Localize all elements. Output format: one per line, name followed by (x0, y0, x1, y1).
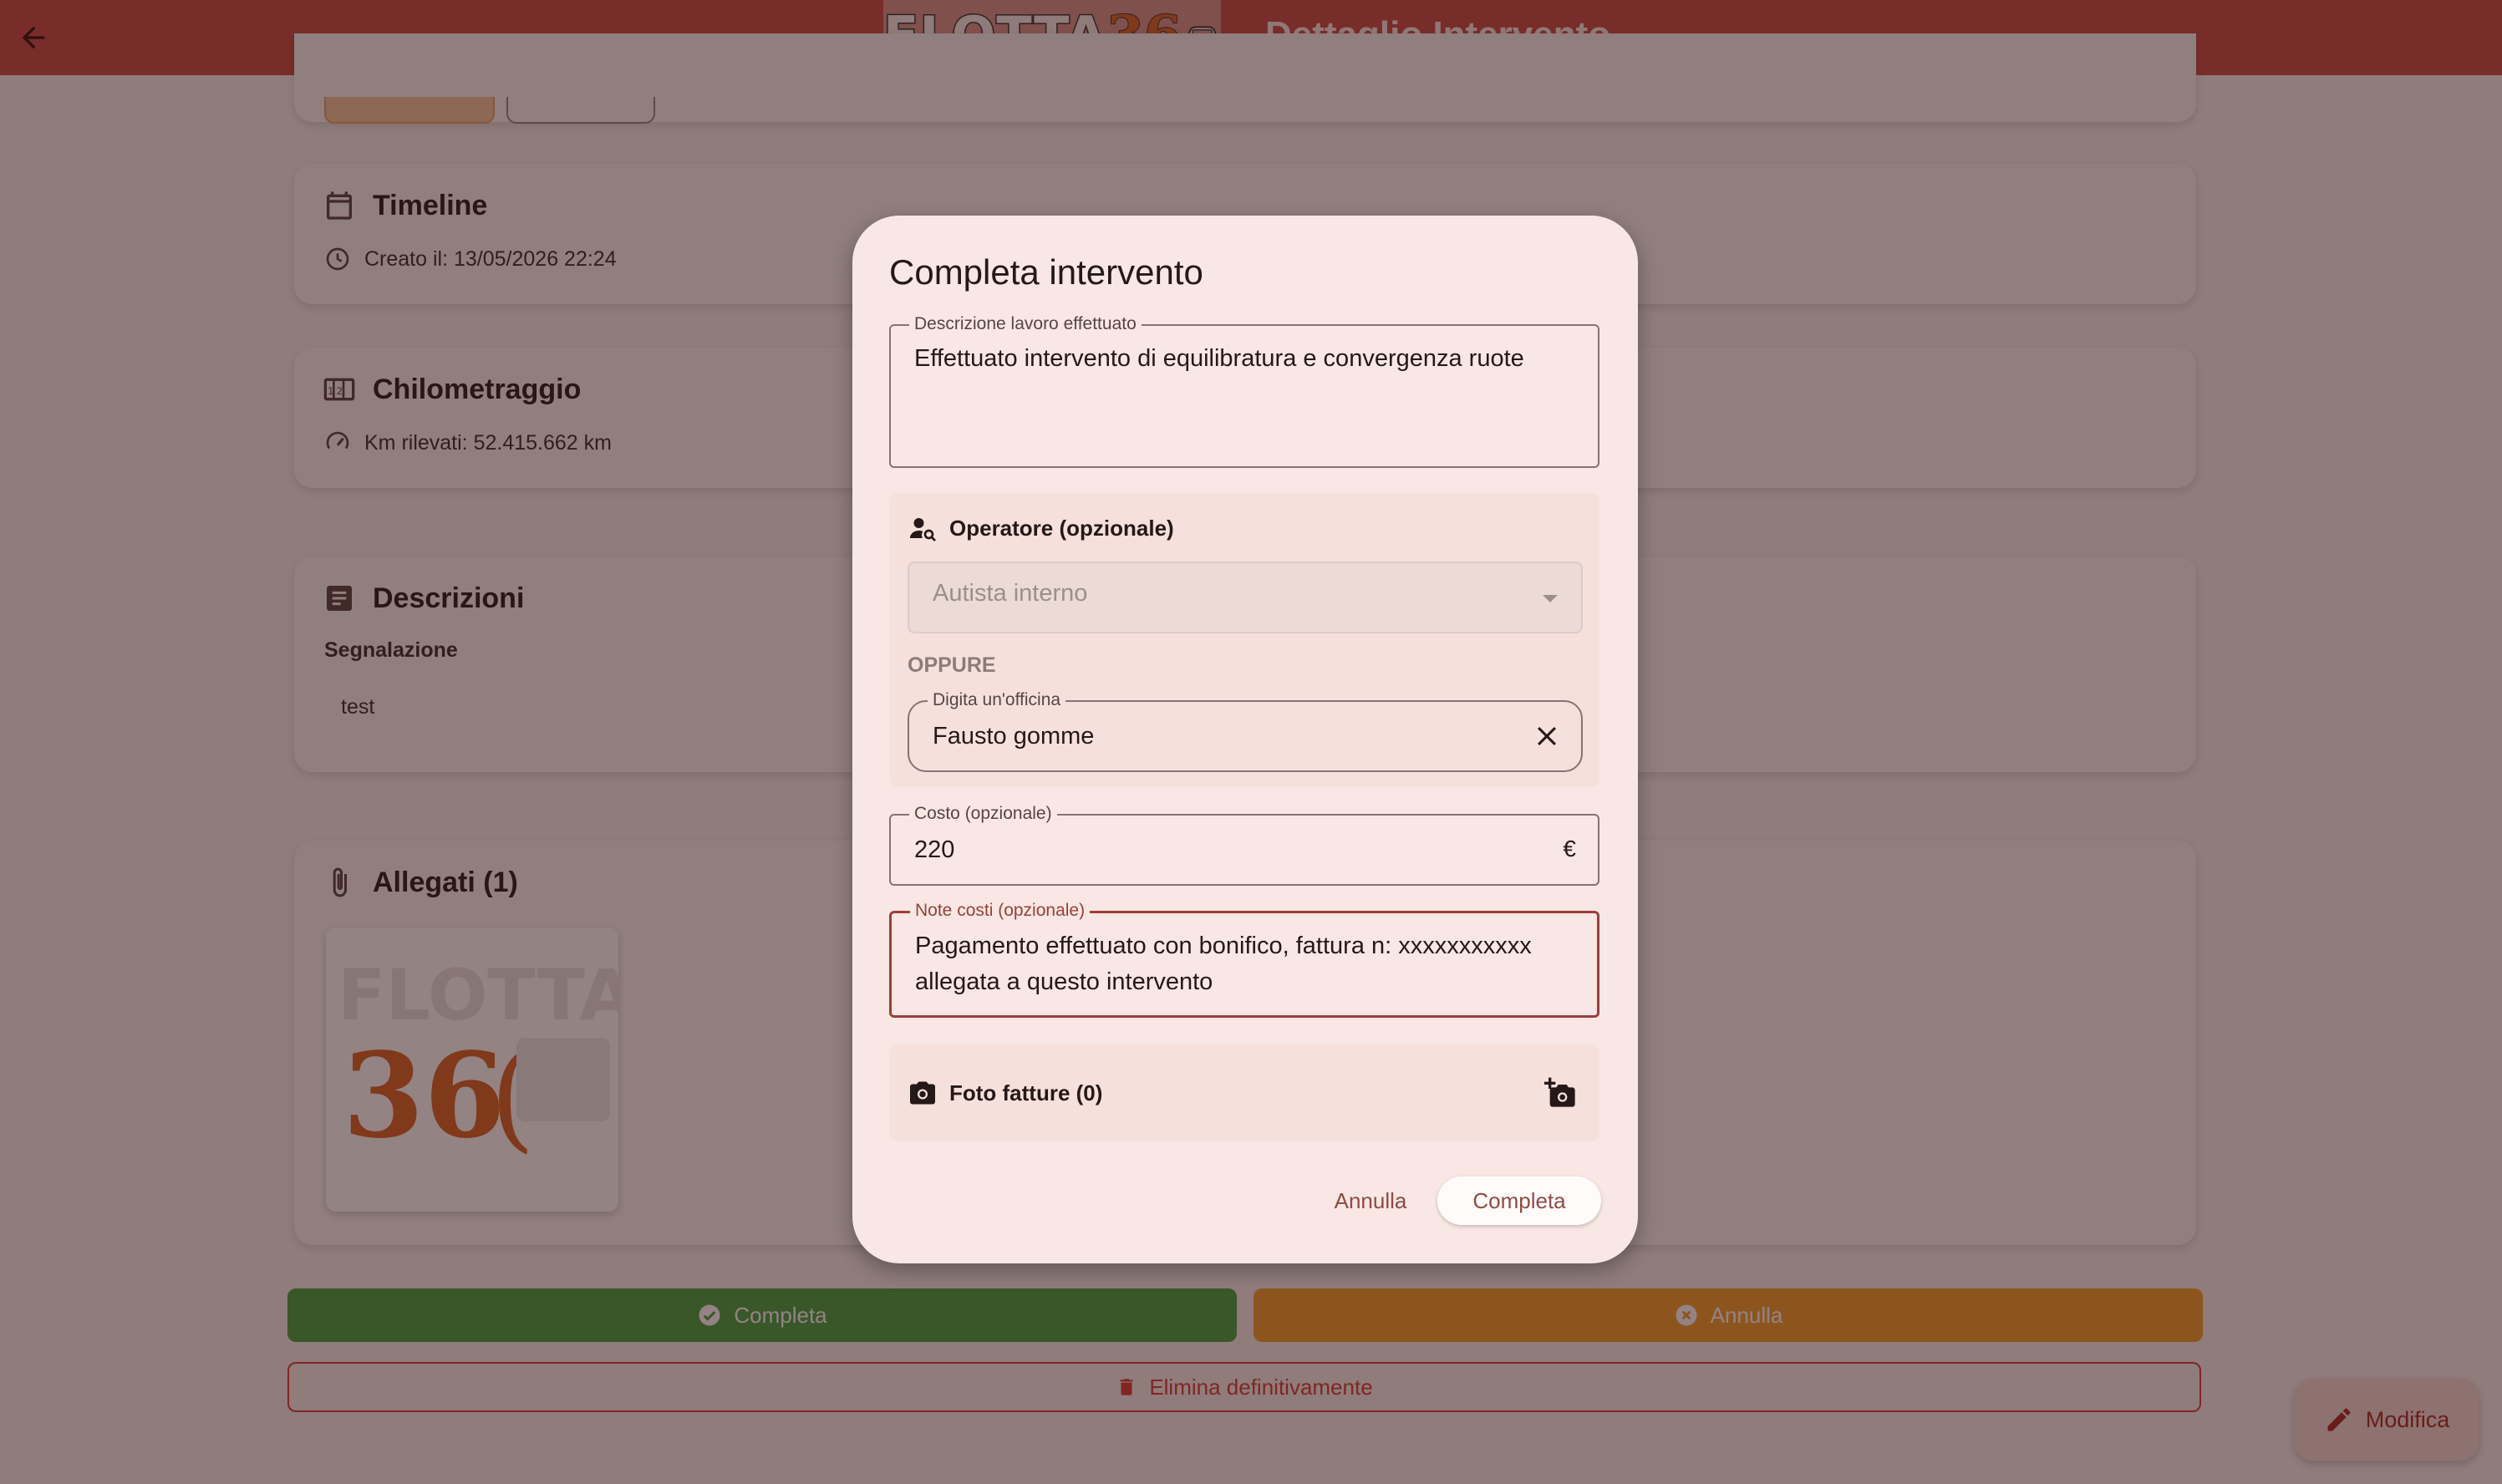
operator-section: Operatore (opzionale) Autista interno OP… (889, 493, 1599, 787)
clear-workshop-button[interactable] (1528, 717, 1566, 755)
workshop-input[interactable]: Digita un'officina Fausto gomme (908, 690, 1583, 772)
or-label: OPPURE (908, 653, 996, 677)
operator-select-value: Autista interno (933, 580, 1088, 607)
workshop-input-value: Fausto gomme (933, 723, 1095, 750)
invoice-photos-section: Foto fatture (0) (889, 1044, 1599, 1141)
cost-notes-field[interactable]: Note costi (opzionale) Pagamento effettu… (889, 901, 1599, 1018)
dialog-confirm-button[interactable]: Completa (1437, 1177, 1601, 1225)
operator-select[interactable]: Autista interno (908, 562, 1583, 633)
camera-icon (910, 1081, 935, 1105)
add-photo-button[interactable] (1541, 1073, 1581, 1113)
operator-title: Operatore (opzionale) (949, 515, 1174, 541)
invoice-photos-title: Foto fatture (0) (949, 1080, 1103, 1105)
cost-field[interactable]: Costo (opzionale) 220 € (889, 804, 1599, 886)
cost-notes-label: Note costi (opzionale) (910, 901, 1091, 921)
dialog-title: Completa intervento (889, 252, 1203, 292)
cost-notes-line2: allegata a questo intervento (915, 968, 1213, 995)
cost-label: Costo (opzionale) (909, 804, 1057, 824)
dropdown-caret-icon (1543, 595, 1558, 602)
person-search-icon (910, 518, 936, 541)
work-description-label: Descrizione lavoro effettuato (909, 314, 1142, 334)
cost-notes-line1: Pagamento effettuato con bonifico, fattu… (915, 933, 1532, 959)
add-a-photo-icon (1544, 1077, 1575, 1107)
close-icon (1537, 726, 1557, 746)
workshop-input-label: Digita un'officina (928, 690, 1066, 710)
work-description-field[interactable]: Descrizione lavoro effettuato Effettuato… (889, 314, 1599, 468)
cost-value: 220 (914, 836, 955, 863)
dialog-cancel-button[interactable]: Annulla (1312, 1177, 1429, 1225)
complete-intervention-dialog: Completa intervento Descrizione lavoro e… (852, 216, 1638, 1263)
currency-suffix: € (1563, 836, 1576, 861)
work-description-value: Effettuato intervento di equilibratura e… (914, 345, 1524, 372)
